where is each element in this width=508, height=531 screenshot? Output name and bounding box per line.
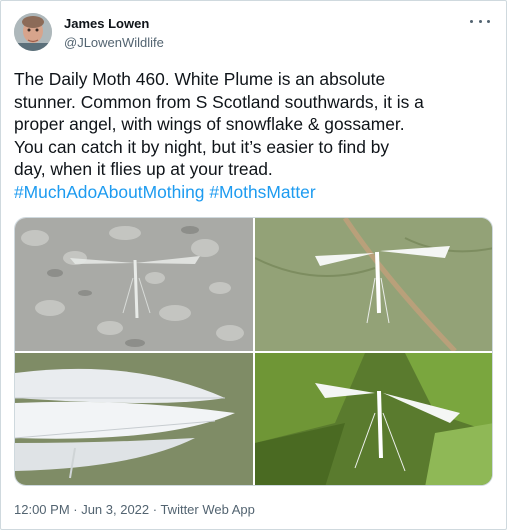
media-grid xyxy=(14,217,493,486)
white-plume-moth-on-leaf-photo[interactable] xyxy=(255,218,492,351)
tweet-text-line: You can catch it by night, but it’s easi… xyxy=(14,136,390,157)
tweet-text: The Daily Moth 460. White Plume is an ab… xyxy=(14,68,498,204)
white-plume-wing-closeup-photo[interactable] xyxy=(15,353,253,485)
tweet-text-line: proper angel, with wings of snowflake & … xyxy=(14,114,405,135)
tweet-card: James Lowen @JLowenWildlife The Daily Mo… xyxy=(0,0,507,530)
author-name[interactable]: James Lowen xyxy=(64,16,149,31)
hashtag-line: #MuchAdoAboutMothing #MothsMatter xyxy=(14,181,498,204)
tweet-timestamp[interactable]: 12:00 PM · Jun 3, 2022 · Twitter Web App xyxy=(14,502,255,517)
author-handle[interactable]: @JLowenWildlife xyxy=(64,35,164,50)
tweet-text-line: The Daily Moth 460. White Plume is an ab… xyxy=(14,69,386,89)
white-plume-moth-among-nettles-photo[interactable] xyxy=(255,353,492,485)
more-options-icon[interactable] xyxy=(470,13,490,29)
hashtag-link[interactable]: #MuchAdoAboutMothing xyxy=(14,182,204,202)
avatar[interactable] xyxy=(14,13,52,51)
white-plume-moth-on-grey-stone-photo[interactable] xyxy=(15,218,253,351)
tweet-text-line: day, when it flies up at your tread. xyxy=(14,159,273,180)
hashtag-link[interactable]: #MothsMatter xyxy=(209,182,315,202)
tweet-text-line: stunner. Common from S Scotland southwar… xyxy=(14,91,424,112)
